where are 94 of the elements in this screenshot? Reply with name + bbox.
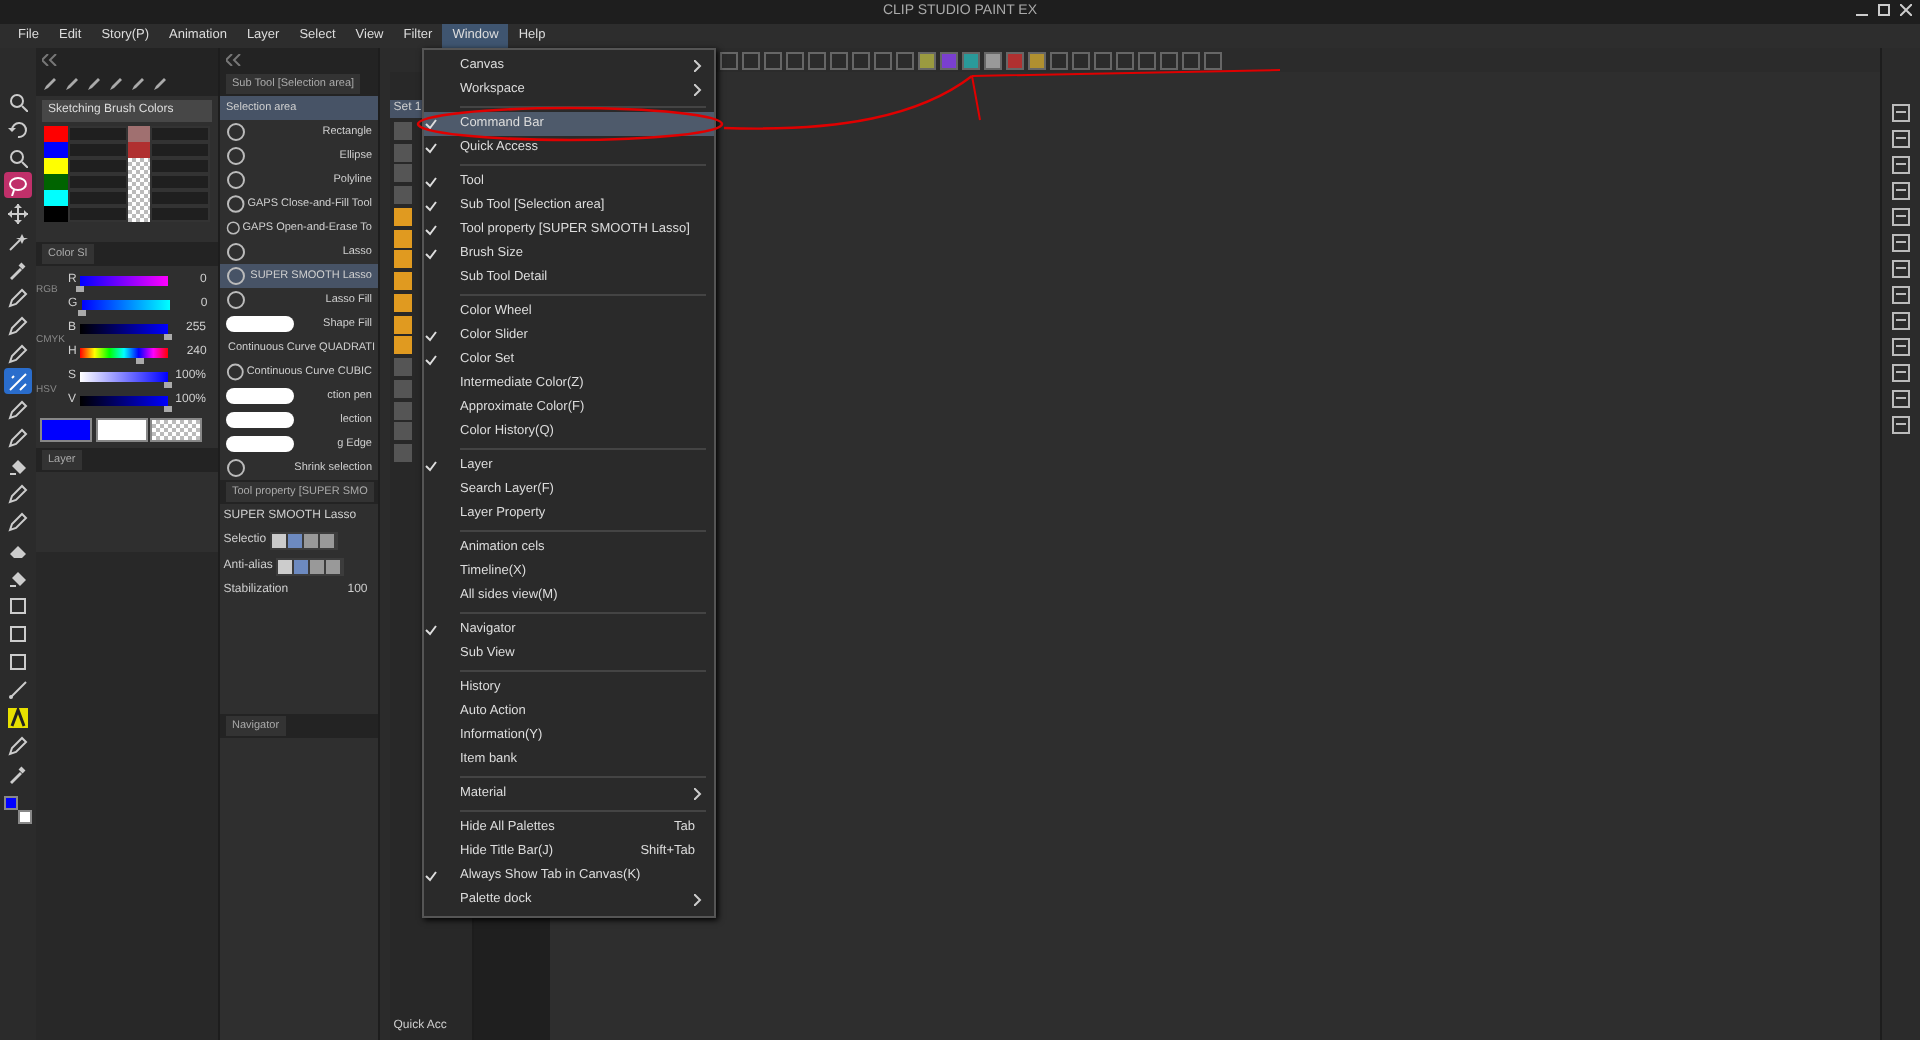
slider-thumb[interactable]	[76, 286, 85, 293]
option-selector[interactable]	[269, 532, 338, 551]
tool-button[interactable]	[4, 312, 32, 338]
color-swatch[interactable]	[44, 142, 68, 158]
bucket-icon	[8, 455, 28, 475]
slider-thumb[interactable]	[135, 358, 144, 365]
transparent-swatch[interactable]	[127, 158, 150, 174]
collapse-icon[interactable]	[42, 54, 58, 66]
panel-icon[interactable]	[1892, 208, 1910, 226]
pen-icon	[8, 735, 28, 755]
wand-icon	[8, 231, 28, 251]
brush-stroke-preview	[226, 388, 294, 404]
color-slider[interactable]	[81, 300, 170, 311]
tool-button[interactable]	[4, 284, 32, 310]
color-swatch[interactable]	[39, 417, 92, 441]
color-swatch[interactable]	[150, 417, 203, 441]
lasso-icon	[226, 458, 246, 478]
color-swatch[interactable]	[127, 126, 150, 142]
slider-thumb[interactable]	[164, 406, 173, 413]
tool-button[interactable]	[4, 424, 32, 450]
text-tool-icon	[8, 707, 28, 727]
color-slider[interactable]	[80, 348, 169, 359]
color-slider[interactable]	[80, 324, 169, 335]
option-selector[interactable]	[276, 557, 345, 576]
line-icon	[8, 679, 28, 699]
panel-icon[interactable]	[1892, 234, 1910, 252]
square-icon	[8, 623, 28, 643]
check-icon	[424, 870, 438, 882]
panel-icon[interactable]	[1892, 130, 1910, 148]
panel-icon[interactable]	[1892, 182, 1910, 200]
check-icon	[424, 624, 438, 636]
transparent-swatch[interactable]	[127, 206, 150, 222]
transparent-swatch[interactable]	[127, 190, 150, 206]
panel-icon[interactable]	[1892, 312, 1910, 330]
color-swatch[interactable]	[18, 810, 32, 824]
pen-icon[interactable]	[42, 76, 58, 92]
tool-button[interactable]	[4, 704, 32, 730]
tool-button[interactable]	[4, 676, 32, 702]
check-icon	[424, 460, 438, 472]
brush-stroke-preview	[226, 316, 294, 332]
panel-icon[interactable]	[1892, 364, 1910, 382]
tool-button[interactable]	[4, 732, 32, 758]
lasso-icon	[226, 362, 245, 382]
tool-button[interactable]	[4, 144, 32, 170]
panel-icon[interactable]	[1892, 286, 1910, 304]
eyedropper-icon	[8, 259, 28, 279]
maximize-icon[interactable]	[1878, 4, 1890, 16]
lasso-icon	[8, 175, 28, 195]
tool-button[interactable]	[4, 340, 32, 366]
slider-thumb[interactable]	[164, 382, 173, 389]
color-swatch[interactable]	[44, 206, 68, 222]
tool-button[interactable]	[4, 508, 32, 534]
color-swatch[interactable]	[44, 126, 68, 142]
panel-icon[interactable]	[1892, 416, 1910, 434]
tool-button[interactable]	[4, 172, 32, 198]
transparent-swatch[interactable]	[127, 174, 150, 190]
tool-button[interactable]	[4, 620, 32, 646]
bucket-icon	[8, 567, 28, 587]
search-icon	[8, 147, 28, 167]
color-swatch[interactable]	[127, 142, 150, 158]
panel-icon[interactable]	[1892, 104, 1910, 122]
tool-button[interactable]	[4, 648, 32, 674]
tool-button[interactable]	[4, 480, 32, 506]
panel-icon[interactable]	[1892, 156, 1910, 174]
close-icon[interactable]	[1900, 4, 1912, 16]
color-slider[interactable]	[80, 396, 169, 407]
color-swatch[interactable]	[4, 796, 18, 810]
search-icon	[8, 91, 28, 111]
square-icon	[8, 595, 28, 615]
color-swatch[interactable]	[44, 158, 68, 174]
tool-button[interactable]	[4, 116, 32, 142]
color-slider[interactable]	[80, 276, 169, 287]
color-slider[interactable]	[80, 372, 169, 383]
square-icon	[8, 651, 28, 671]
panel-icon[interactable]	[1892, 260, 1910, 278]
slider-thumb[interactable]	[77, 310, 86, 317]
ruler-icon	[8, 371, 28, 391]
rotate-icon	[8, 119, 28, 139]
color-swatch[interactable]	[44, 190, 68, 206]
tool-button[interactable]	[4, 592, 32, 618]
brush-stroke-preview	[226, 412, 294, 428]
tool-button[interactable]	[4, 88, 32, 114]
color-swatch[interactable]	[44, 174, 68, 190]
panel-icon[interactable]	[1892, 390, 1910, 408]
slider-thumb[interactable]	[164, 334, 173, 341]
color-swatch[interactable]	[95, 417, 147, 441]
collapse-icon[interactable]	[226, 54, 242, 66]
eyedropper-icon	[8, 763, 28, 783]
move-icon	[8, 203, 28, 223]
tool-button[interactable]	[4, 200, 32, 226]
brush-stroke-preview	[226, 436, 294, 452]
tool-button[interactable]	[4, 368, 32, 394]
tool-button[interactable]	[4, 396, 32, 422]
panel-icon[interactable]	[1892, 338, 1910, 356]
